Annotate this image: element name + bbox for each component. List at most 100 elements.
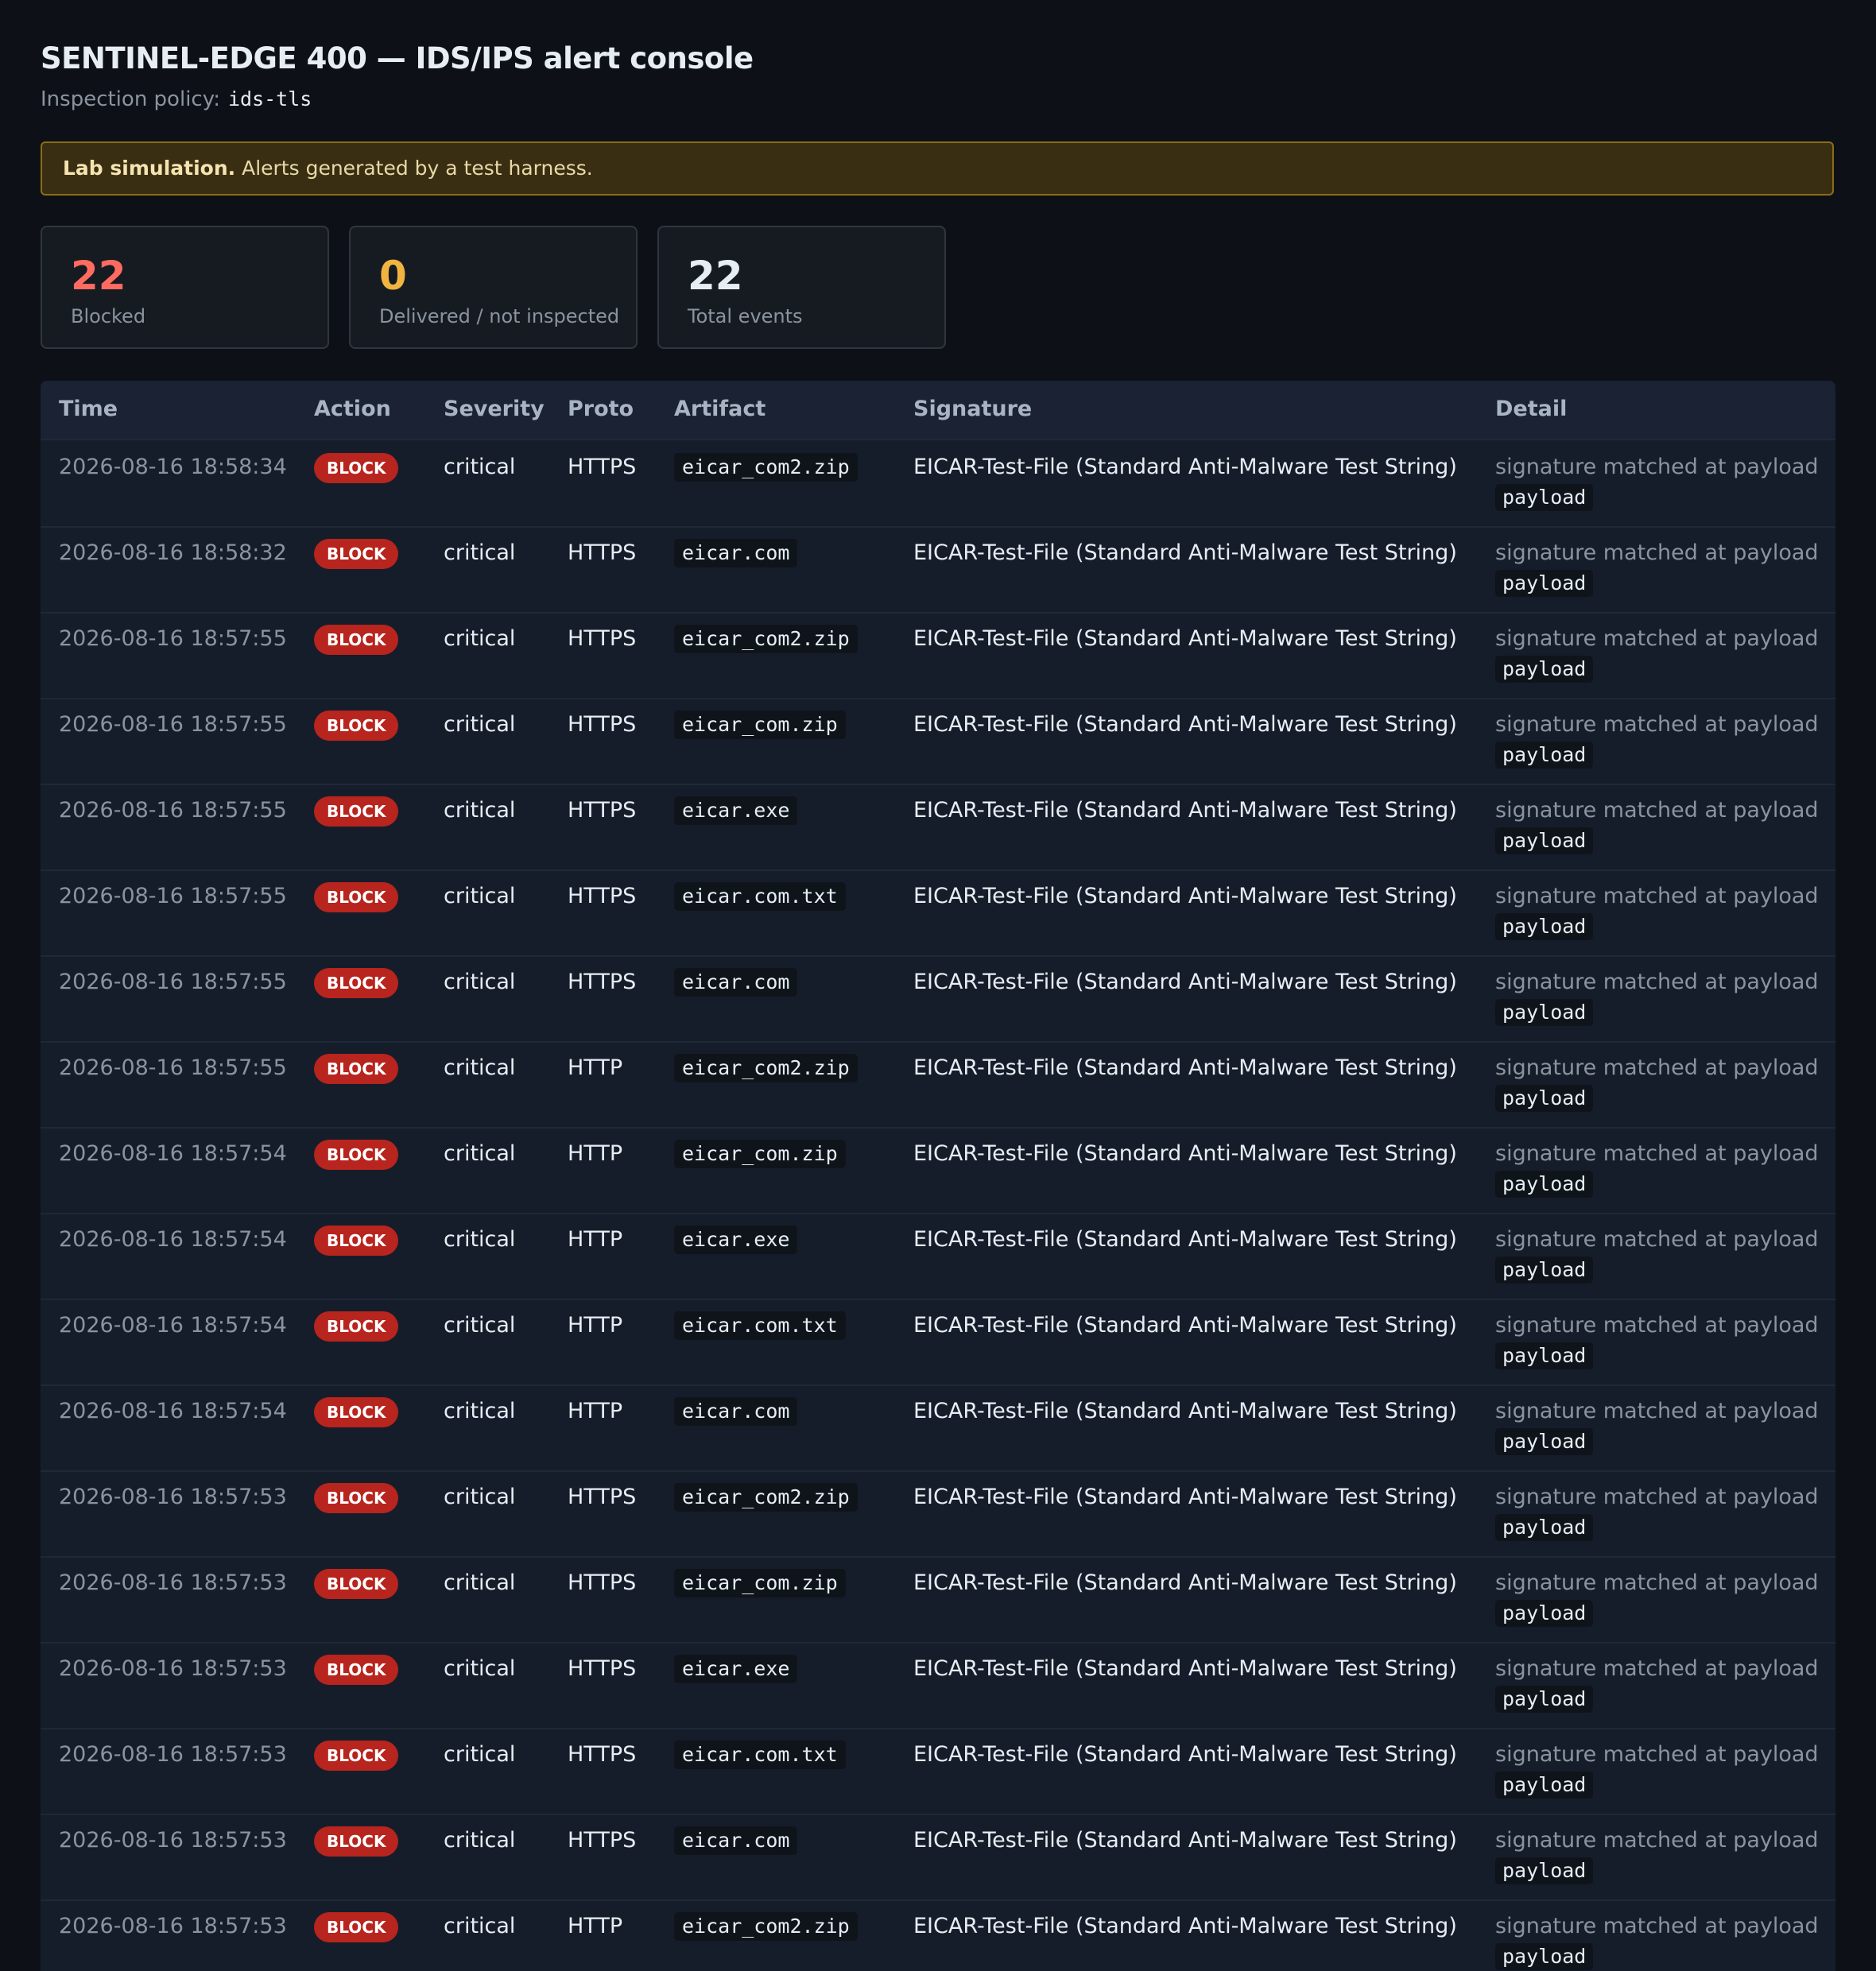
detail-code: payload xyxy=(1495,742,1594,769)
banner-bold-text: Lab simulation. xyxy=(63,157,236,180)
cell-artifact: eicar.com xyxy=(674,1826,798,1855)
artifact-code: eicar.com.txt xyxy=(674,1741,846,1769)
cell-artifact: eicar.com.txt xyxy=(674,1311,846,1340)
cell-artifact: eicar_com2.zip xyxy=(674,1483,858,1512)
cell-signature: EICAR-Test-File (Standard Anti-Malware T… xyxy=(913,970,1457,994)
cell-detail: signature matched at payload payload xyxy=(1495,1311,1819,1371)
table-row[interactable]: 2026-08-16 18:57:55 BLOCK critical HTTPS eic… xyxy=(41,612,1835,699)
cell-severity: critical xyxy=(444,1570,516,1595)
table-row[interactable]: 2026-08-16 18:57:54 BLOCK critical HTTP eica… xyxy=(41,1299,1835,1386)
table-row[interactable]: 2026-08-16 18:57:53 BLOCK critical HTTP eica… xyxy=(41,1899,1835,1971)
detail-text: signature matched at payload xyxy=(1495,1656,1819,1681)
detail-code: payload xyxy=(1495,1857,1594,1884)
cell-severity: critical xyxy=(444,1656,516,1681)
cell-detail: signature matched at payload payload xyxy=(1495,1654,1819,1714)
cell-time: 2026-08-16 18:58:32 xyxy=(59,540,287,565)
cell-signature: EICAR-Test-File (Standard Anti-Malware T… xyxy=(913,1313,1457,1338)
column-header-action[interactable]: Action xyxy=(314,397,391,421)
cell-proto: HTTPS xyxy=(568,1656,637,1681)
detail-text: signature matched at payload xyxy=(1495,626,1819,651)
table-row[interactable]: 2026-08-16 18:57:53 BLOCK critical HTTPS eic… xyxy=(41,1728,1835,1815)
cell-signature: EICAR-Test-File (Standard Anti-Malware T… xyxy=(913,1485,1457,1509)
cell-time: 2026-08-16 18:57:53 xyxy=(59,1828,287,1853)
column-header-time[interactable]: Time xyxy=(59,397,118,421)
table-row[interactable]: 2026-08-16 18:57:55 BLOCK critical HTTPS eic… xyxy=(41,955,1835,1043)
detail-text: signature matched at payload xyxy=(1495,1570,1819,1595)
cell-severity: critical xyxy=(444,1485,516,1509)
cell-signature: EICAR-Test-File (Standard Anti-Malware T… xyxy=(913,1570,1457,1595)
action-badge: BLOCK xyxy=(314,1226,399,1256)
cell-time: 2026-08-16 18:57:53 xyxy=(59,1570,287,1595)
cell-time: 2026-08-16 18:57:55 xyxy=(59,798,287,823)
cell-proto: HTTP xyxy=(568,1055,623,1080)
cell-artifact: eicar_com.zip xyxy=(674,1140,846,1168)
column-header-signature[interactable]: Signature xyxy=(913,397,1032,421)
table-row[interactable]: 2026-08-16 18:57:53 BLOCK critical HTTPS eic… xyxy=(41,1642,1835,1729)
action-badge: BLOCK xyxy=(314,453,399,483)
artifact-code: eicar.com xyxy=(674,1397,798,1426)
cell-action: BLOCK xyxy=(314,1311,399,1342)
cell-artifact: eicar.exe xyxy=(674,1226,798,1254)
cell-time: 2026-08-16 18:57:54 xyxy=(59,1313,287,1338)
cell-severity: critical xyxy=(444,1914,516,1938)
table-row[interactable]: 2026-08-16 18:57:54 BLOCK critical HTTP eica… xyxy=(41,1127,1835,1214)
cell-severity: critical xyxy=(444,1055,516,1080)
cell-signature: EICAR-Test-File (Standard Anti-Malware T… xyxy=(913,1141,1457,1166)
cell-detail: signature matched at payload payload xyxy=(1495,967,1819,1028)
action-badge: BLOCK xyxy=(314,1483,399,1513)
cell-time: 2026-08-16 18:57:55 xyxy=(59,884,287,908)
column-header-artifact[interactable]: Artifact xyxy=(674,397,766,421)
table-row[interactable]: 2026-08-16 18:57:55 BLOCK critical HTTPS eic… xyxy=(41,784,1835,871)
artifact-code: eicar_com2.zip xyxy=(674,1483,858,1512)
stat-card-total: 22 Total events xyxy=(657,226,946,349)
column-header-proto[interactable]: Proto xyxy=(568,397,634,421)
cell-action: BLOCK xyxy=(314,1826,399,1857)
table-row[interactable]: 2026-08-16 18:57:53 BLOCK critical HTTPS eic… xyxy=(41,1470,1835,1558)
detail-code: payload xyxy=(1495,1772,1594,1799)
cell-time: 2026-08-16 18:57:55 xyxy=(59,970,287,994)
table-row[interactable]: 2026-08-16 18:57:53 BLOCK critical HTTPS eic… xyxy=(41,1556,1835,1644)
action-badge: BLOCK xyxy=(314,1397,399,1427)
cell-severity: critical xyxy=(444,1227,516,1252)
table-row[interactable]: 2026-08-16 18:57:55 BLOCK critical HTTPS eic… xyxy=(41,698,1835,785)
artifact-code: eicar_com2.zip xyxy=(674,1912,858,1941)
table-row[interactable]: 2026-08-16 18:57:53 BLOCK critical HTTPS eic… xyxy=(41,1814,1835,1901)
cell-detail: signature matched at payload payload xyxy=(1495,1826,1819,1886)
cell-proto: HTTP xyxy=(568,1141,623,1166)
detail-text: signature matched at payload xyxy=(1495,970,1819,994)
table-row[interactable]: 2026-08-16 18:57:54 BLOCK critical HTTP eica… xyxy=(41,1213,1835,1300)
detail-code: payload xyxy=(1495,913,1594,940)
cell-proto: HTTPS xyxy=(568,1485,637,1509)
table-row[interactable]: 2026-08-16 18:57:55 BLOCK critical HTTP eica… xyxy=(41,1041,1835,1129)
column-header-detail[interactable]: Detail xyxy=(1495,397,1567,421)
table-row[interactable]: 2026-08-16 18:57:55 BLOCK critical HTTPS eic… xyxy=(41,869,1835,957)
cell-action: BLOCK xyxy=(314,539,399,569)
cell-signature: EICAR-Test-File (Standard Anti-Malware T… xyxy=(913,626,1457,651)
table-row[interactable]: 2026-08-16 18:58:32 BLOCK critical HTTPS eic… xyxy=(41,526,1835,614)
cell-action: BLOCK xyxy=(314,968,399,998)
cell-proto: HTTPS xyxy=(568,798,637,823)
cell-signature: EICAR-Test-File (Standard Anti-Malware T… xyxy=(913,1227,1457,1252)
artifact-code: eicar.com xyxy=(674,539,798,567)
cell-detail: signature matched at payload payload xyxy=(1495,881,1819,942)
table-row[interactable]: 2026-08-16 18:57:54 BLOCK critical HTTP eica… xyxy=(41,1384,1835,1472)
cell-action: BLOCK xyxy=(314,453,399,483)
stat-value: 22 xyxy=(71,253,126,299)
action-badge: BLOCK xyxy=(314,1569,399,1599)
cell-detail: signature matched at payload payload xyxy=(1495,1482,1819,1543)
column-header-severity[interactable]: Severity xyxy=(444,397,545,421)
cell-signature: EICAR-Test-File (Standard Anti-Malware T… xyxy=(913,1742,1457,1767)
cell-severity: critical xyxy=(444,884,516,908)
cell-detail: signature matched at payload payload xyxy=(1495,452,1819,513)
detail-text: signature matched at payload xyxy=(1495,540,1819,565)
table-row[interactable]: 2026-08-16 18:58:34 BLOCK critical HTTPS eic… xyxy=(41,440,1835,528)
action-badge: BLOCK xyxy=(314,882,399,912)
stat-value: 22 xyxy=(688,253,743,299)
cell-action: BLOCK xyxy=(314,1397,399,1427)
action-badge: BLOCK xyxy=(314,1311,399,1342)
detail-code: payload xyxy=(1495,1514,1594,1541)
cell-signature: EICAR-Test-File (Standard Anti-Malware T… xyxy=(913,712,1457,737)
cell-detail: signature matched at payload payload xyxy=(1495,1053,1819,1113)
detail-code: payload xyxy=(1495,570,1594,597)
cell-time: 2026-08-16 18:57:54 xyxy=(59,1227,287,1252)
